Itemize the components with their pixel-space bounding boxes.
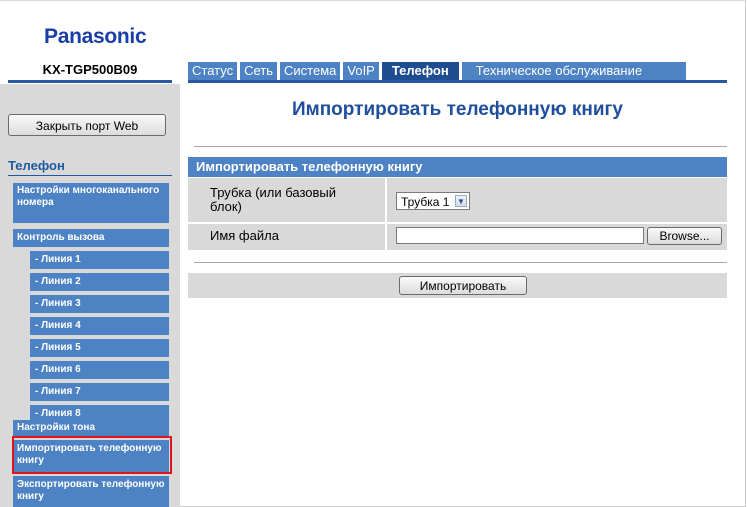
page-title: Импортировать телефонную книгу (291, 99, 623, 120)
sidebar-item-line-2[interactable]: - Линия 2 (30, 273, 169, 291)
sidebar-item-call-control[interactable]: Контроль вызова (13, 229, 169, 247)
tab-voip[interactable]: VoIP (343, 62, 379, 80)
browse-button[interactable]: Browse... (647, 227, 722, 245)
chevron-down-icon: ▼ (455, 195, 467, 207)
tab-network[interactable]: Сеть (240, 62, 278, 80)
column-separator (385, 178, 387, 222)
sidebar-item-line-1[interactable]: - Линия 1 (30, 251, 169, 269)
handset-select-value: Трубка 1 (401, 195, 450, 209)
column-separator (385, 224, 387, 250)
top-tabs: Статус Сеть Система VoIP Телефон Техниче… (188, 62, 689, 80)
sidebar-item-line-5[interactable]: - Линия 5 (30, 339, 169, 357)
model-underline (8, 80, 172, 83)
tab-maintenance[interactable]: Техническое обслуживание (461, 62, 686, 80)
brand-logo: Panasonic (44, 25, 147, 48)
sidebar-item-line-7[interactable]: - Линия 7 (30, 383, 169, 401)
close-web-port-button[interactable]: Закрыть порт Web (8, 114, 166, 136)
sidebar-item-line-6[interactable]: - Линия 6 (30, 361, 169, 379)
filename-input[interactable] (396, 227, 644, 244)
selected-item-highlight (12, 436, 172, 474)
handset-select[interactable]: Трубка 1 ▼ (396, 192, 470, 210)
import-button[interactable]: Импортировать (399, 276, 527, 295)
sidebar-section-title: Телефон (8, 158, 65, 173)
model-name: KX-TGP500B09 (42, 62, 138, 77)
table-header: Импортировать телефонную книгу (188, 157, 727, 177)
tab-system[interactable]: Система (280, 62, 341, 80)
tab-telephone[interactable]: Телефон (381, 62, 459, 80)
tab-status[interactable]: Статус (188, 62, 238, 80)
handset-label: Трубка (или базовый блок) (210, 185, 337, 214)
sidebar-item-multiline-settings[interactable]: Настройки многоканального номера (13, 183, 169, 223)
sidebar-section-divider (8, 175, 172, 176)
sidebar-item-export-phonebook[interactable]: Экспортировать телефонную книгу (13, 476, 169, 507)
title-divider (194, 146, 727, 147)
form-divider (194, 262, 727, 263)
sidebar-item-line-4[interactable]: - Линия 4 (30, 317, 169, 335)
sidebar-item-tone-settings[interactable]: Настройки тона (13, 420, 169, 436)
filename-label: Имя файла (210, 228, 279, 243)
sidebar-item-line-3[interactable]: - Линия 3 (30, 295, 169, 313)
tabs-underline (188, 80, 727, 83)
